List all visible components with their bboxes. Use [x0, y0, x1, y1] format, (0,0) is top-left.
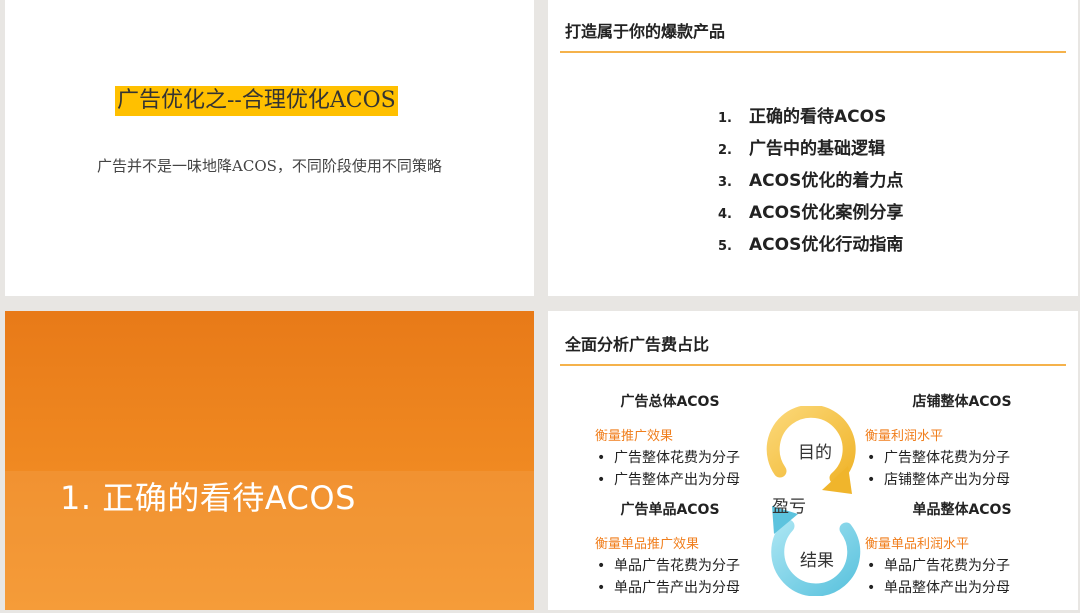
toc-text: ACOS优化行动指南	[749, 235, 904, 255]
toc-number: 1.	[718, 111, 732, 126]
toc-text: ACOS优化案例分享	[749, 203, 904, 223]
block-title: 单品整体ACOS	[912, 502, 1012, 518]
table-of-contents: 1. 正确的看待ACOS 2. 广告中的基础逻辑 3. ACOS优化的着力点 4. AC…	[718, 104, 903, 264]
cycle-label-top: 目的	[798, 443, 832, 463]
block-title: 广告总体ACOS	[620, 394, 720, 410]
heading-rule	[560, 364, 1066, 366]
bullet-item: 店铺整体产出为分母	[865, 469, 1065, 491]
toc-text: 正确的看待ACOS	[749, 107, 887, 127]
slide-thumbnail-3[interactable]: 1. 正确的看待ACOS	[5, 311, 534, 610]
cycle-label-bottom: 结果	[800, 551, 834, 571]
toc-number: 5.	[718, 239, 732, 254]
toc-item: 5. ACOS优化行动指南	[718, 232, 903, 264]
toc-item: 3. ACOS优化的着力点	[718, 168, 903, 200]
slide-thumbnail-4[interactable]: 全面分析广告费占比 广告总体ACOS 衡量推广效果 广告整体花费为分子 广告整体…	[548, 311, 1078, 610]
block-measure: 衡量单品利润水平	[865, 537, 970, 552]
block-ad-single-acos: 广告单品ACOS 衡量单品推广效果 单品广告花费为分子 单品广告产出为分母	[595, 499, 775, 599]
slide4-heading: 全面分析广告费占比	[565, 335, 710, 354]
slide-thumbnail-2[interactable]: 打造属于你的爆款产品 1. 正确的看待ACOS 2. 广告中的基础逻辑 3. ACOS…	[548, 0, 1078, 296]
bullet-item: 广告整体产出为分母	[595, 469, 775, 491]
cycle-label-middle: 盈亏	[772, 497, 806, 517]
slide-thumbnail-1[interactable]: 广告优化之--合理优化ACOS 广告并不是一味地降ACOS，不同阶段使用不同策略	[5, 0, 534, 296]
heading-rule	[560, 51, 1066, 53]
block-measure: 衡量利润水平	[865, 429, 944, 444]
toc-item: 4. ACOS优化案例分享	[718, 200, 903, 232]
toc-number: 2.	[718, 143, 732, 158]
block-title: 广告单品ACOS	[620, 502, 720, 518]
toc-text: 广告中的基础逻辑	[749, 139, 885, 159]
toc-text: ACOS优化的着力点	[749, 171, 904, 191]
bullet-item: 单品广告产出为分母	[595, 577, 775, 599]
bullet-item: 广告整体花费为分子	[865, 447, 1065, 469]
section-title: 1. 正确的看待ACOS	[60, 479, 356, 517]
slide2-heading: 打造属于你的爆款产品	[565, 22, 726, 41]
cycle-diagram: 目的 盈亏 结果	[758, 404, 863, 597]
toc-item: 1. 正确的看待ACOS	[718, 104, 903, 136]
slide1-subtitle: 广告并不是一味地降ACOS，不同阶段使用不同策略	[97, 157, 442, 175]
slide1-title: 广告优化之--合理优化ACOS	[115, 86, 398, 116]
block-measure: 衡量单品推广效果	[595, 537, 700, 552]
block-title: 店铺整体ACOS	[912, 394, 1012, 410]
toc-number: 3.	[718, 175, 732, 190]
block-measure: 衡量推广效果	[595, 429, 674, 444]
bullet-item: 单品广告花费为分子	[865, 555, 1065, 577]
block-ad-total-acos: 广告总体ACOS 衡量推广效果 广告整体花费为分子 广告整体产出为分母	[595, 391, 775, 491]
block-single-total-acos: 单品整体ACOS 衡量单品利润水平 单品广告花费为分子 单品整体产出为分母	[865, 499, 1065, 599]
bullet-item: 单品整体产出为分母	[865, 577, 1065, 599]
bullet-item: 广告整体花费为分子	[595, 447, 775, 469]
toc-item: 2. 广告中的基础逻辑	[718, 136, 903, 168]
toc-number: 4.	[718, 207, 732, 222]
block-store-total-acos: 店铺整体ACOS 衡量利润水平 广告整体花费为分子 店铺整体产出为分母	[865, 391, 1065, 491]
bullet-item: 单品广告花费为分子	[595, 555, 775, 577]
